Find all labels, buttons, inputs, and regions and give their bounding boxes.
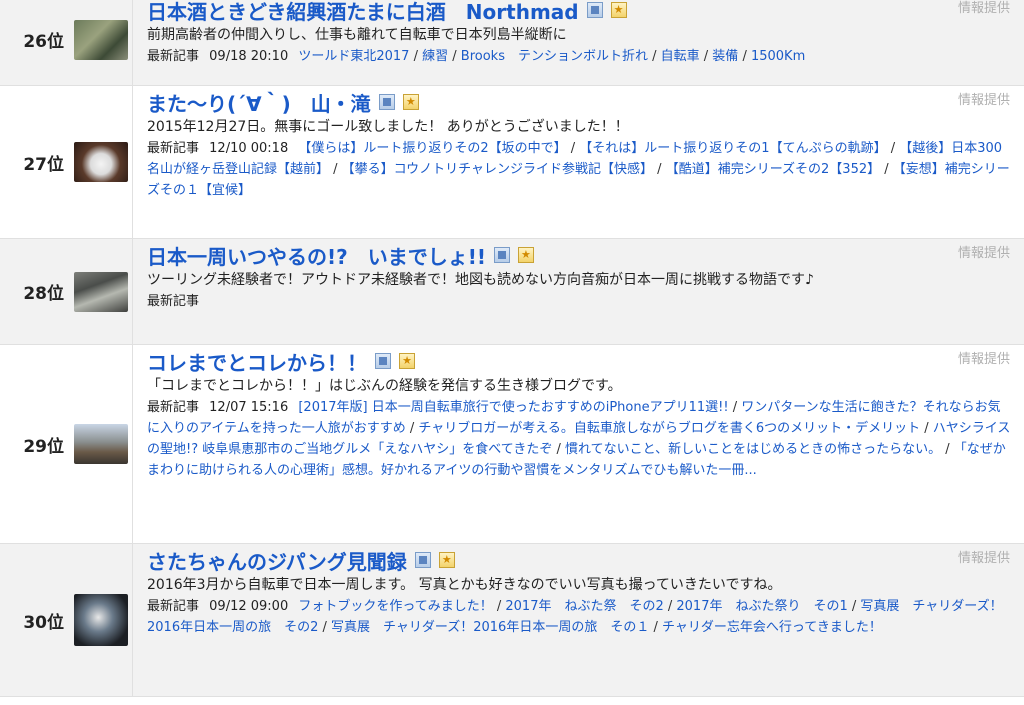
latest-date: 12/07 15:16 bbox=[209, 400, 289, 415]
post-link[interactable]: 2017年 ねぶた祭り その1 bbox=[676, 599, 847, 614]
latest-posts: 最新記事 12/07 15:16 [2017年版] 日本一周自転車旅行で使ったお… bbox=[147, 400, 1011, 478]
feed-icon[interactable] bbox=[378, 94, 395, 110]
blog-description: 前期高齢者の仲間入りし、仕事も離れて自転車で日本列島半縦断に bbox=[147, 27, 567, 43]
blog-description: 「コレまでとコレから！！」はじぶんの経験を発信する生き様ブログです。 bbox=[147, 378, 622, 394]
ranking-row-29: 29位 コレまでとコレから！！ ★ 情報提供 「コレまでとコレから！！」はじぶん… bbox=[0, 345, 1024, 544]
latest-label: 最新記事 bbox=[147, 49, 200, 64]
latest-label: 最新記事 bbox=[147, 599, 200, 614]
post-link[interactable]: チャリブロガーが考える。自転車旅しながらブログを書く6つのメリット・デメリット bbox=[418, 421, 920, 436]
ranking-row-26: 26位 日本酒ときどき紹興酒たまに白酒 Northmad ★ 情報提供 前期高齢… bbox=[0, 0, 1024, 86]
blog-thumbnail[interactable] bbox=[74, 424, 128, 464]
post-link[interactable]: 装備 bbox=[712, 49, 738, 64]
post-link[interactable]: 【攀る】コウノトリチャレンジライド参戦記【快感】 bbox=[342, 162, 653, 177]
blog-title-link[interactable]: また～り(´∀｀) 山・滝 bbox=[147, 88, 371, 117]
latest-posts: 最新記事 bbox=[147, 291, 1012, 312]
rank-number: 26位 bbox=[23, 32, 64, 52]
latest-label: 最新記事 bbox=[147, 141, 200, 156]
ranking-list: 26位 日本酒ときどき紹興酒たまに白酒 Northmad ★ 情報提供 前期高齢… bbox=[0, 0, 1024, 697]
latest-label: 最新記事 bbox=[147, 294, 200, 309]
feed-icon[interactable] bbox=[586, 2, 603, 18]
post-link[interactable]: [2017年版] 日本一周自転車旅行で使ったおすすめのiPhoneアプリ11選!… bbox=[298, 400, 728, 415]
latest-posts: 最新記事 12/10 00:18 【僕らは】ルート振り返りその2【坂の中で】 /… bbox=[147, 141, 1010, 198]
favorite-icon[interactable]: ★ bbox=[438, 552, 455, 568]
ranking-row-28: 28位 日本一周いつやるの!? いまでしょ!! ★ 情報提供 ツーリング未経験者… bbox=[0, 239, 1024, 345]
blog-title-link[interactable]: さたちゃんのジパング見聞録 bbox=[147, 546, 407, 575]
feed-icon[interactable] bbox=[414, 552, 431, 568]
favorite-icon[interactable]: ★ bbox=[399, 353, 415, 369]
info-provider-link[interactable]: 情報提供 bbox=[958, 242, 1010, 261]
rank-number: 30位 bbox=[23, 612, 64, 633]
post-link[interactable]: 【酷道】補完シリーズその2【352】 bbox=[666, 162, 880, 177]
post-link[interactable]: 2017年 ねぶた祭 その2 bbox=[505, 599, 663, 614]
post-link[interactable]: ツールド東北2017 bbox=[298, 49, 409, 64]
post-link[interactable]: チャリダー忘年会へ行ってきました！ bbox=[662, 620, 882, 635]
post-link[interactable]: 【僕らは】ルート振り返りその2【坂の中で】 bbox=[298, 141, 566, 156]
blog-description: 2016年3月から自転車で日本一周します。 写真とかも好きなのでいい写真も撮って… bbox=[147, 577, 782, 593]
blog-thumbnail[interactable] bbox=[74, 142, 128, 182]
post-link[interactable]: 写真展 チャリダーズ！2016年日本一周の旅 その１ bbox=[331, 620, 649, 635]
latest-date: 12/10 00:18 bbox=[209, 141, 289, 156]
blog-title-link[interactable]: 日本一周いつやるの!? いまでしょ!! bbox=[147, 241, 486, 270]
latest-date: 09/18 20:10 bbox=[209, 49, 289, 64]
post-link[interactable]: 練習 bbox=[422, 49, 448, 64]
rank-number: 27位 bbox=[23, 154, 64, 175]
post-link[interactable]: 慣れてないこと、新しいことをはじめるときの怖さったらない。 bbox=[565, 442, 941, 457]
latest-posts: 最新記事 09/12 09:00 フォトブックを作ってみました！ / 2017年… bbox=[147, 599, 1003, 635]
post-link[interactable]: 【それは】ルート振り返りその1【てんぷらの軌跡】 bbox=[579, 141, 886, 156]
post-link[interactable]: 自転車 bbox=[661, 49, 700, 64]
latest-date: 09/12 09:00 bbox=[209, 599, 289, 614]
favorite-icon[interactable]: ★ bbox=[402, 94, 419, 110]
latest-posts: 最新記事 09/18 20:10 ツールド東北2017 / 練習 / Brook… bbox=[147, 49, 806, 64]
feed-icon[interactable] bbox=[375, 353, 391, 369]
blog-description: 2015年12月27日。無事にゴール致しました！ ありがとうございました！！ bbox=[147, 119, 629, 135]
post-link[interactable]: フォトブックを作ってみました！ bbox=[298, 599, 492, 614]
rank-number: 29位 bbox=[23, 436, 64, 457]
latest-label: 最新記事 bbox=[147, 400, 200, 415]
ranking-row-27: 27位 また～り(´∀｀) 山・滝 ★ 情報提供 2015年12月27日。無事に… bbox=[0, 86, 1024, 239]
info-provider-link[interactable]: 情報提供 bbox=[958, 89, 1010, 108]
blog-thumbnail[interactable] bbox=[74, 19, 128, 60]
post-link[interactable]: 1500Km bbox=[751, 49, 805, 64]
blog-title-link[interactable]: 日本酒ときどき紹興酒たまに白酒 Northmad bbox=[147, 0, 579, 25]
ranking-row-30: 30位 さたちゃんのジパング見聞録 ★ 情報提供 2016年3月から自転車で日本… bbox=[0, 544, 1024, 697]
favorite-icon[interactable]: ★ bbox=[517, 247, 534, 263]
feed-icon[interactable] bbox=[493, 247, 510, 263]
favorite-icon[interactable]: ★ bbox=[610, 2, 627, 18]
blog-thumbnail[interactable] bbox=[74, 271, 128, 312]
post-link[interactable]: Brooks テンションボルト折れ bbox=[461, 49, 648, 64]
blog-thumbnail[interactable] bbox=[74, 594, 128, 646]
blog-description: ツーリング未経験者で！アウトドア未経験者で！地図も読めない方向音痴が日本一周に挑… bbox=[147, 272, 814, 288]
info-provider-link[interactable]: 情報提供 bbox=[958, 547, 1010, 566]
info-provider-link[interactable]: 情報提供 bbox=[958, 348, 1010, 367]
info-provider-link[interactable]: 情報提供 bbox=[958, 0, 1010, 16]
blog-title-link[interactable]: コレまでとコレから！！ bbox=[147, 347, 367, 376]
rank-number: 28位 bbox=[23, 284, 64, 304]
